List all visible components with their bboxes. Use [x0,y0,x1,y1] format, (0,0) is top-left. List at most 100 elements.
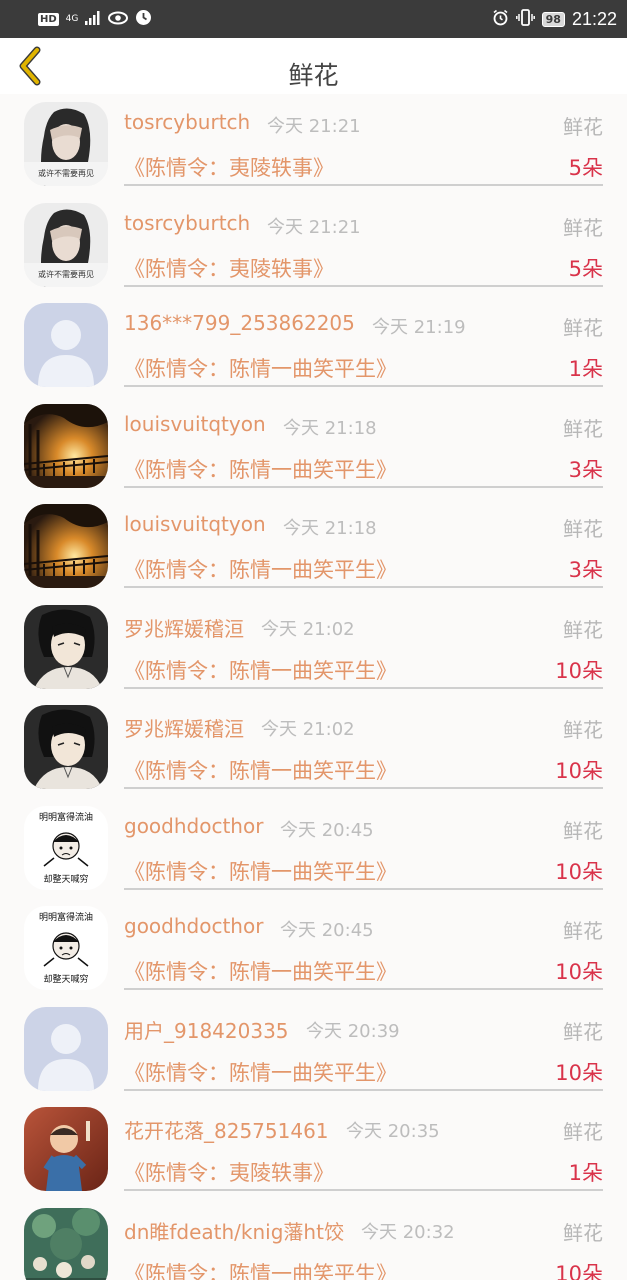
list-item[interactable]: 罗兆辉媛稽洹 今天 21:02 鲜花 《陈情令：陈情一曲笑平生》 10朵 [0,697,627,798]
username[interactable]: goodhdocthor [124,914,263,938]
status-bar: HD 4G 98 21:22 [0,0,627,38]
timestamp: 今天 21:21 [267,216,361,238]
svg-text:或许不需要再见: 或许不需要再见 [38,269,94,279]
drama-title[interactable]: 《陈情令：陈情一曲笑平生》 [124,554,397,584]
battery-icon: 98 [541,11,565,27]
avatar[interactable]: 或许不需要再见 [24,102,108,186]
list-item[interactable]: 花开花落_825751461 今天 20:35 鲜花 《陈情令：夷陵轶事》 1朵 [0,1099,627,1200]
gift-count: 1朵 [568,357,603,381]
gift-count: 10朵 [555,960,603,984]
avatar[interactable] [24,705,108,789]
drama-title[interactable]: 《陈情令：陈情一曲笑平生》 [124,1057,397,1087]
gift-type: 鲜花 [563,416,603,441]
divider [124,686,603,689]
list-item[interactable]: 明明富得流油 却整天喊穷 goodhdocthor 今天 20:45 鲜花 《陈… [0,898,627,999]
drama-title[interactable]: 《陈情令：陈情一曲笑平生》 [124,655,397,685]
gift-type: 鲜花 [563,215,603,240]
gift-count: 10朵 [555,1060,603,1085]
username[interactable]: goodhdocthor [124,814,263,838]
username[interactable]: 花开花落_825751461 [124,1115,329,1144]
alarm-icon [492,9,509,30]
divider [124,284,603,287]
list-item[interactable]: 用户_918420335 今天 20:39 鲜花 《陈情令：陈情一曲笑平生》 1… [0,999,627,1100]
timestamp: 今天 21:21 [267,116,361,137]
drama-title[interactable]: 《陈情令：夷陵轶事》 [124,152,334,182]
drama-title[interactable]: 《陈情令：陈情一曲笑平生》 [124,755,397,785]
avatar[interactable] [24,604,108,689]
gift-list[interactable]: 或许不需要再见 tosrcyburtch 今天 21:21 鲜花 《陈情令：夷陵… [0,94,627,1280]
drama-title[interactable]: 《陈情令：陈情一曲笑平生》 [124,454,397,484]
vibrate-icon [515,8,535,30]
username[interactable]: 罗兆辉媛稽洹 [124,613,244,642]
timer-icon [135,9,152,30]
hd-icon: HD [38,12,59,26]
list-item[interactable]: 或许不需要再见 tosrcyburtch 今天 21:21 鲜花 《陈情令：夷陵… [0,94,627,195]
gift-type: 鲜花 [563,617,603,642]
username[interactable]: dn睢fdeath/knig藩ht饺 [124,1216,344,1245]
timestamp: 今天 20:32 [361,1221,455,1243]
drama-title[interactable]: 《陈情令：陈情一曲笑平生》 [124,956,397,986]
username[interactable]: 136***799_253862205 [124,311,355,335]
timestamp: 今天 20:35 [346,1121,440,1142]
gift-count: 10朵 [555,859,603,884]
gift-count: 3朵 [568,457,603,482]
divider [124,988,603,990]
avatar[interactable]: 明明富得流油 却整天喊穷 [24,906,108,990]
list-item[interactable]: 136***799_253862205 今天 21:19 鲜花 《陈情令：陈情一… [0,295,627,396]
username[interactable]: louisvuitqtyon [124,512,266,536]
gift-type: 鲜花 [563,316,603,340]
username[interactable]: tosrcyburtch [124,110,250,134]
status-right: 98 21:22 [492,9,617,30]
username[interactable]: 用户_918420335 [124,1015,289,1044]
gift-count: 10朵 [555,658,603,683]
drama-title[interactable]: 《陈情令：陈情一曲笑平生》 [124,1258,397,1280]
timestamp: 今天 21:02 [261,618,355,640]
avatar[interactable] [24,1207,108,1280]
svg-text:却整天喊穷: 却整天喊穷 [43,873,88,885]
gift-type: 鲜花 [563,1220,603,1245]
divider [124,385,603,387]
drama-title[interactable]: 《陈情令：夷陵轶事》 [124,253,334,283]
avatar[interactable] [24,1006,108,1091]
gift-count: 5朵 [568,256,603,281]
divider [124,1189,603,1191]
avatar[interactable] [24,403,108,488]
gift-type: 鲜花 [563,1019,603,1044]
avatar[interactable] [24,504,108,588]
gift-type: 鲜花 [563,919,603,943]
svg-text:或许不需要再见: 或许不需要再见 [38,168,94,178]
gift-type: 鲜花 [563,115,603,139]
username[interactable]: 罗兆辉媛稽洹 [124,713,244,742]
list-item[interactable]: 或许不需要再见 tosrcyburtch 今天 21:21 鲜花 《陈情令：夷陵… [0,195,627,296]
avatar[interactable]: 或许不需要再见 [24,202,108,287]
drama-title[interactable]: 《陈情令：陈情一曲笑平生》 [124,856,397,886]
eye-icon [108,10,129,29]
gift-count: 1朵 [568,1161,603,1185]
divider [124,887,603,890]
drama-title[interactable]: 《陈情令：夷陵轶事》 [124,1157,334,1187]
avatar[interactable]: 明明富得流油 却整天喊穷 [24,805,108,890]
username[interactable]: tosrcyburtch [124,211,250,235]
gift-type: 鲜花 [563,1120,603,1144]
list-item[interactable]: 罗兆辉媛稽洹 今天 21:02 鲜花 《陈情令：陈情一曲笑平生》 10朵 [0,597,627,698]
divider [124,586,603,588]
status-left: HD 4G [38,9,152,30]
list-item[interactable]: louisvuitqtyon 今天 21:18 鲜花 《陈情令：陈情一曲笑平生》… [0,396,627,497]
gift-count: 10朵 [555,759,603,783]
clock: 21:22 [571,8,617,29]
divider [124,787,603,789]
username[interactable]: louisvuitqtyon [124,412,266,436]
list-item[interactable]: 明明富得流油 却整天喊穷 goodhdocthor 今天 20:45 鲜花 《陈… [0,798,627,899]
avatar[interactable] [24,1107,108,1191]
gift-count: 10朵 [555,1261,603,1280]
timestamp: 今天 21:02 [261,719,355,740]
avatar[interactable] [24,303,108,387]
divider [124,184,603,186]
divider [124,1088,603,1091]
svg-text:明明富得流油: 明明富得流油 [39,911,93,923]
timestamp: 今天 20:45 [280,819,374,841]
list-item[interactable]: dn睢fdeath/knig藩ht饺 今天 20:32 鲜花 《陈情令：陈情一曲… [0,1200,627,1280]
list-item[interactable]: louisvuitqtyon 今天 21:18 鲜花 《陈情令：陈情一曲笑平生》… [0,496,627,597]
drama-title[interactable]: 《陈情令：陈情一曲笑平生》 [124,353,397,383]
timestamp: 今天 20:45 [280,920,374,941]
